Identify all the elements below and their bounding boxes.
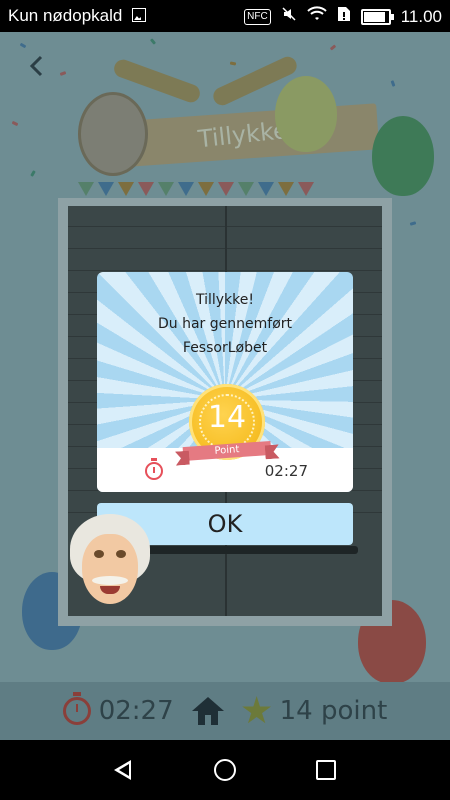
banner-ribbon: Tillykke — [126, 103, 380, 167]
battery-icon — [360, 8, 394, 25]
balloon-icon — [275, 76, 337, 152]
dialog-time: 02:27 — [264, 462, 308, 480]
carrier-label: Kun nødopkald — [8, 6, 123, 25]
bottom-time-value: 02:27 — [98, 696, 174, 726]
star-icon — [242, 696, 272, 724]
dialog-message: Tillykke! Du har gennemført FessorLøbet — [97, 288, 353, 360]
professor-badge-icon — [78, 92, 148, 176]
dialog-line-race-name: FessorLøbet — [182, 340, 268, 356]
status-icons: NFC 11.00 — [244, 6, 442, 27]
wifi-icon — [307, 6, 327, 27]
bottom-points-value: 14 point — [279, 696, 388, 726]
nfc-icon: NFC — [244, 8, 271, 25]
nav-home-icon[interactable] — [214, 759, 236, 781]
professor-avatar — [68, 510, 152, 612]
home-button[interactable] — [191, 697, 224, 725]
congrats-dialog: Tillykke! Du har gennemført FessorLøbet … — [97, 272, 353, 492]
balloon-icon — [372, 116, 434, 196]
status-bar: Kun nødopkald NFC 11.00 — [0, 0, 450, 32]
stopwatch-icon — [62, 692, 91, 725]
stopwatch-icon — [145, 458, 163, 480]
carrier-text: Kun nødopkald — [8, 6, 147, 26]
bottom-time: 02:27 — [62, 692, 174, 726]
nav-back-icon[interactable] — [114, 760, 131, 780]
home-icon — [191, 697, 224, 725]
nav-recent-apps-icon[interactable] — [316, 760, 336, 780]
clock: 11.00 — [400, 6, 442, 26]
dialog-line-completed: Du har gennemført — [158, 316, 292, 332]
bottom-points: 14 point — [242, 696, 388, 726]
bottom-bar: 02:27 14 point — [0, 682, 450, 740]
mute-icon — [281, 6, 297, 27]
sim-icon — [337, 6, 351, 27]
image-icon — [132, 8, 147, 22]
medal-points: 14 — [207, 400, 247, 435]
back-button[interactable] — [28, 54, 44, 85]
navigation-bar — [0, 740, 450, 800]
dialog-line-congrats: Tillykke! — [195, 292, 255, 308]
chevron-left-icon — [29, 55, 43, 77]
